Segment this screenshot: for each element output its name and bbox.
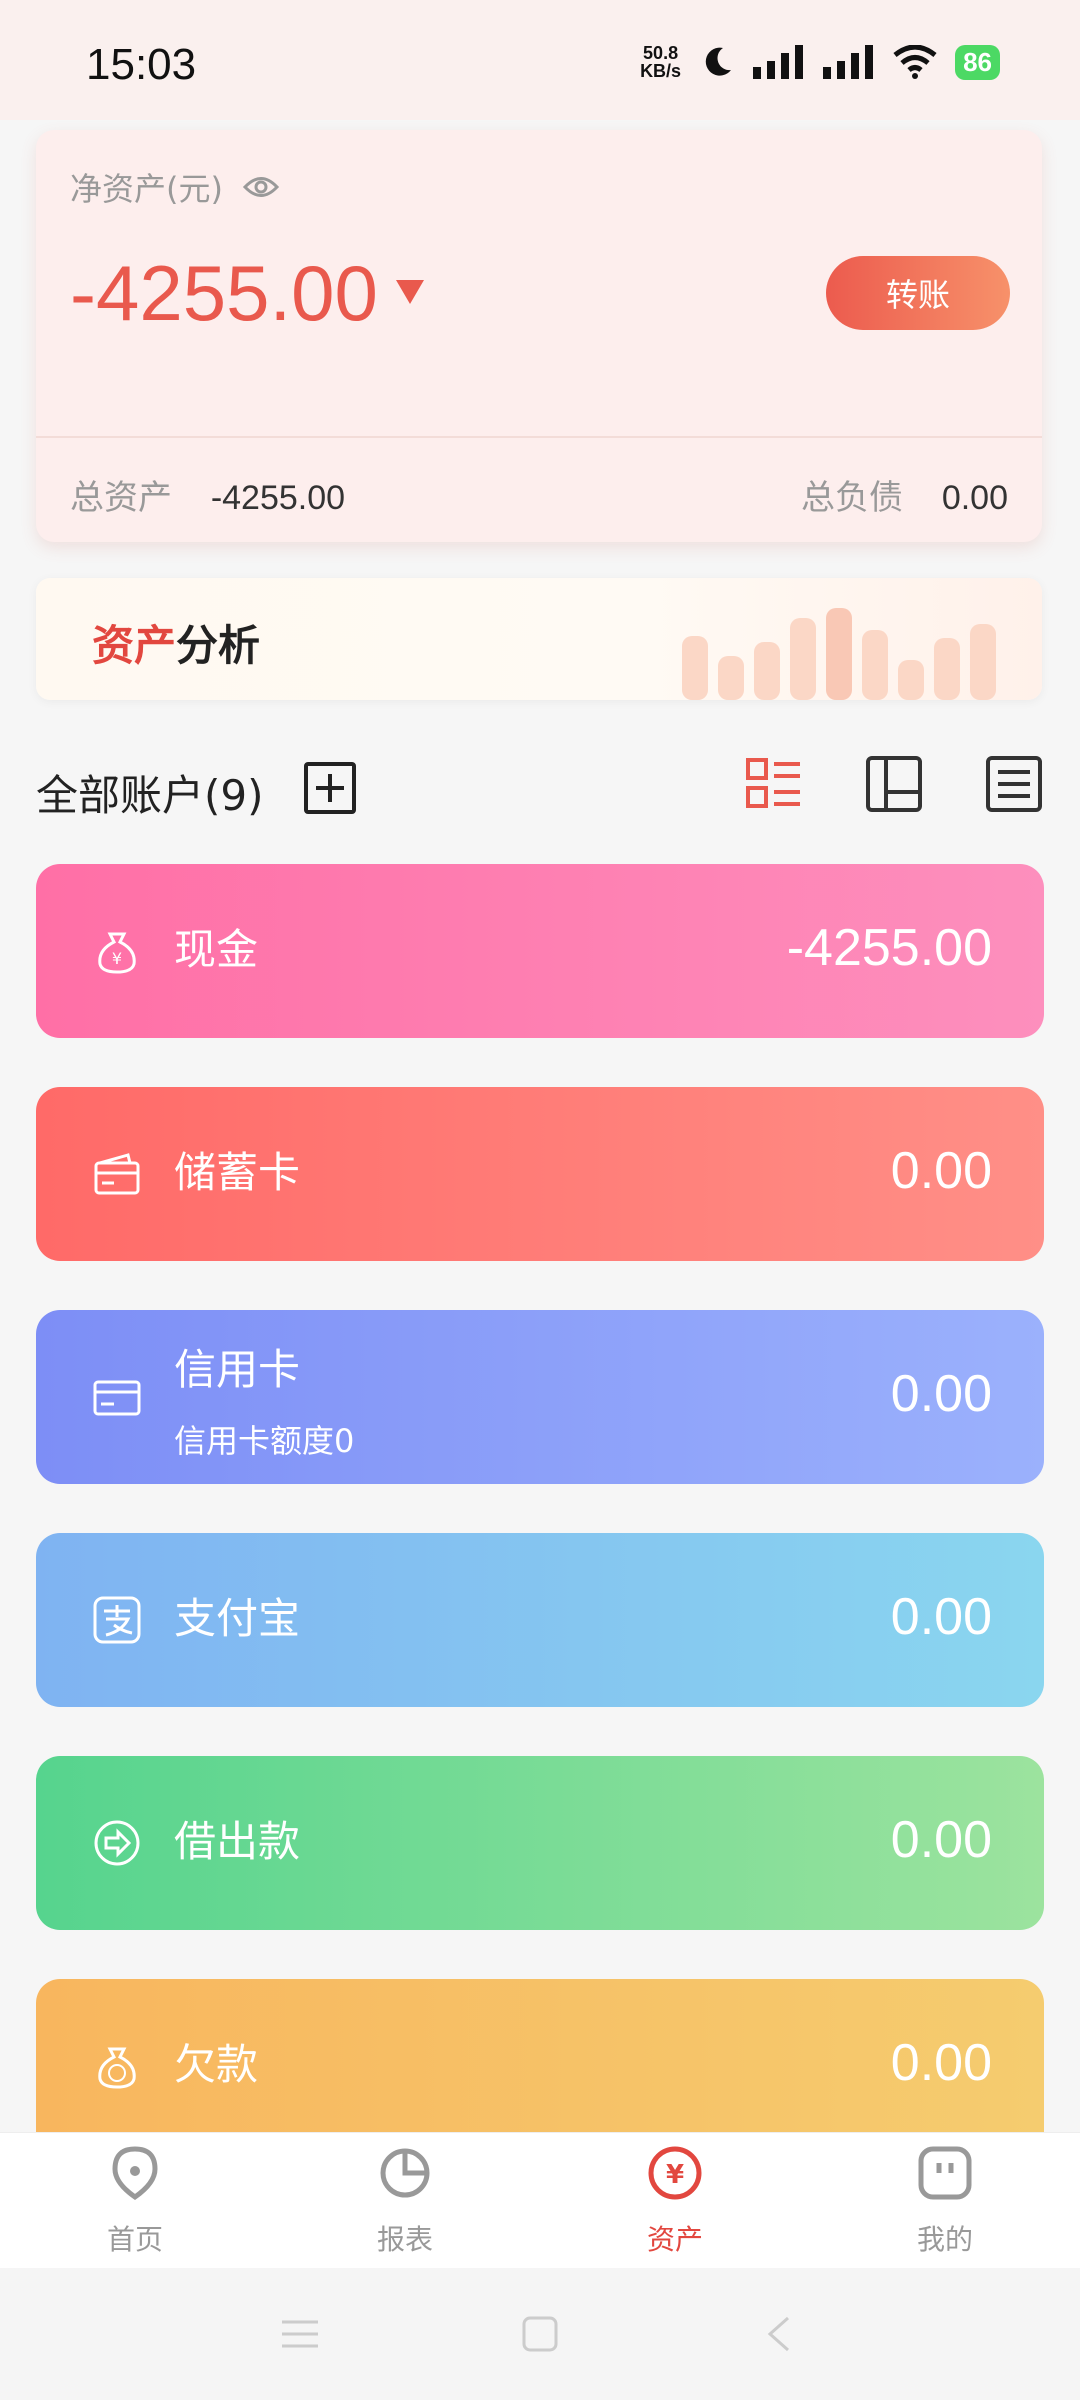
signal-icon [753,45,804,79]
nav-profile[interactable]: 我的 [845,2145,1045,2258]
total-debt-value: 0.00 [941,479,1008,517]
account-debit-card[interactable]: 储蓄卡 0.00 [36,1087,1044,1261]
total-assets: 总资产 -4255.00 [70,470,345,519]
net-asset-label-row: 净资产(元) [70,164,279,210]
wifi-icon [893,45,937,79]
nav-home[interactable]: 首页 [35,2145,235,2258]
nav-label: 我的 [916,2222,973,2256]
all-accounts-title: 全部账户(9) [36,771,264,820]
account-amount: 0.00 [890,2034,992,2092]
account-amount: 0.00 [890,1142,992,1200]
total-debt: 总负债 0.00 [801,470,1008,519]
trend-down-icon [396,280,424,304]
total-assets-label: 总资产 [70,478,172,518]
grid-view-icon[interactable] [866,756,922,812]
alipay-icon [93,1596,141,1644]
arrow-right-circle-icon [94,1820,140,1866]
asset-analysis-banner[interactable]: 资产分析 [36,578,1042,700]
account-name: 欠款 [174,2040,259,2089]
wallet-card-icon [94,1153,140,1195]
account-amount: 0.00 [890,1811,992,1869]
account-cash[interactable]: ¥ 现金 -4255.00 [36,864,1044,1038]
account-name: 现金 [174,925,259,974]
account-loan-out[interactable]: 借出款 0.00 [36,1756,1044,1930]
transfer-button[interactable]: 转账 [826,256,1010,330]
bottom-navigation: 首页 报表 ¥ 资产 我的 [0,2132,1080,2269]
account-name: 储蓄卡 [174,1148,301,1197]
net-asset-label: 净资产(元) [70,170,223,208]
nav-label: 资产 [646,2222,703,2256]
nav-assets[interactable]: ¥ 资产 [575,2145,775,2258]
total-assets-value: -4255.00 [210,479,346,517]
status-time: 15:03 [86,40,197,89]
analysis-title: 资产分析 [92,621,261,670]
system-navigation-bar [0,2268,1080,2400]
accounts-header: 全部账户(9) [36,752,1042,832]
signal-icon-2 [823,45,874,79]
pie-chart-icon [380,2148,430,2197]
profile-face-icon [918,2146,972,2199]
account-alipay[interactable]: 支付宝 0.00 [36,1533,1044,1707]
money-bag-yuan-icon: ¥ [98,932,136,974]
divider [36,436,1042,438]
net-asset-value: -4255.00 [70,249,378,337]
detail-view-icon[interactable] [986,756,1042,812]
svg-text:¥: ¥ [112,949,122,968]
back-icon[interactable] [760,2314,800,2354]
nav-label: 报表 [376,2222,433,2256]
moon-icon [705,47,732,76]
network-speed: 50.8 KB/s [640,43,682,81]
account-credit-card[interactable]: 信用卡 信用卡额度0 0.00 [36,1310,1044,1484]
totals-row: 总资产 -4255.00 总负债 0.00 [70,470,1008,519]
battery-indicator: 86 [955,44,1000,80]
view-mode-switcher [746,756,1042,812]
account-debt[interactable]: 欠款 0.00 [36,1979,1044,2132]
nav-reports[interactable]: 报表 [305,2145,505,2258]
credit-limit-label: 信用卡额度0 [174,1422,355,1460]
account-amount: 0.00 [890,1365,992,1423]
svg-text:¥: ¥ [666,2160,684,2190]
home-icon[interactable] [520,2314,560,2354]
menu-icon[interactable] [280,2314,320,2354]
nav-label: 首页 [106,2222,163,2256]
account-name: 借出款 [174,1817,301,1866]
bar-chart-decoration-icon [682,608,996,700]
net-asset-card: 净资产(元) -4255.00 转账 总资产 -4255.00 总负债 0.00 [36,130,1042,542]
money-bag-owe-icon [98,2047,136,2089]
account-name: 信用卡 [174,1345,301,1394]
list-view-icon[interactable] [746,756,802,812]
account-name: 支付宝 [174,1594,301,1643]
eye-icon[interactable] [242,174,279,200]
account-amount: 0.00 [890,1588,992,1646]
status-bar: 15:03 50.8 KB/s 86 [0,0,1080,120]
yuan-coin-icon: ¥ [648,2146,702,2199]
location-pin-icon [112,2145,158,2200]
total-debt-label: 总负债 [801,478,903,518]
credit-card-icon [93,1380,141,1416]
account-amount: -4255.00 [786,919,992,977]
status-indicators: 50.8 KB/s 86 [640,44,1000,80]
add-account-button[interactable] [304,762,356,814]
